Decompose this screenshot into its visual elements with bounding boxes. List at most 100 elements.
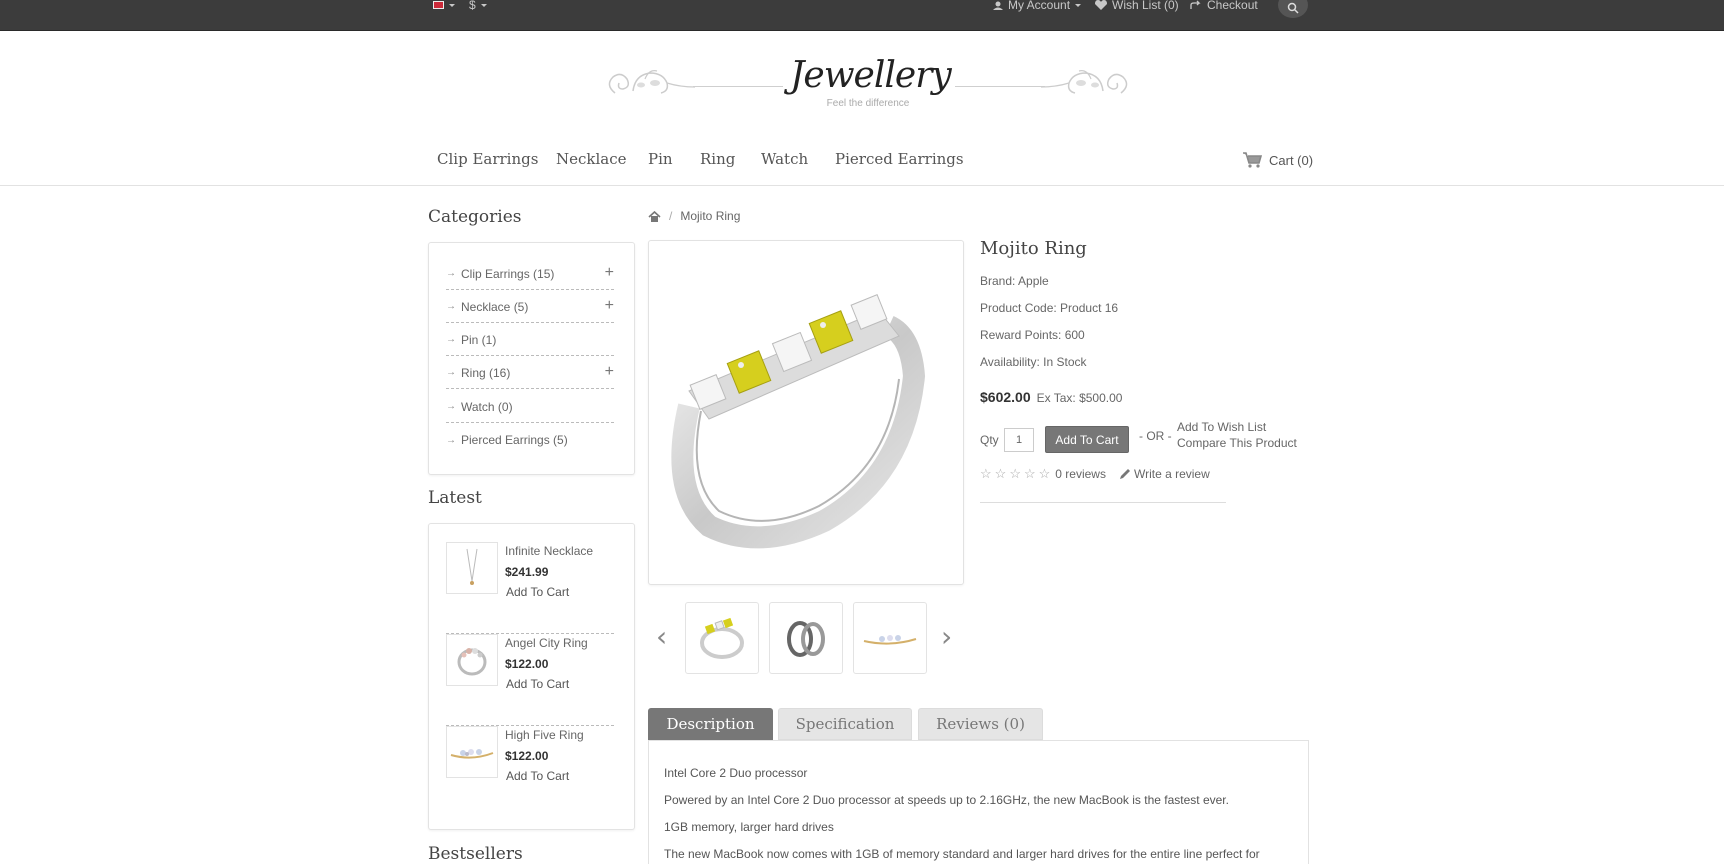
language-selector[interactable] — [433, 0, 455, 10]
wish-list-label: Wish List (0) — [1112, 0, 1179, 12]
product-price: $241.99 — [505, 565, 549, 579]
add-to-cart-link[interactable]: Add To Cart — [506, 769, 569, 783]
reward-points: Reward Points: 600 — [980, 328, 1085, 342]
product-thumbnail[interactable] — [446, 726, 498, 778]
cart-link[interactable]: Cart (0) — [1243, 152, 1313, 168]
my-account-link[interactable]: My Account — [993, 0, 1082, 12]
left-ornament-icon — [608, 70, 695, 94]
plus-icon[interactable]: + — [605, 298, 614, 314]
divider — [980, 502, 1226, 503]
product-title: Mojito Ring — [980, 238, 1087, 259]
star-icon: ☆ — [994, 466, 1007, 481]
list-item: Infinite Necklace $241.99 Add To Cart — [446, 542, 614, 634]
plus-icon[interactable]: + — [605, 265, 614, 281]
product-price: $122.00 — [505, 657, 549, 671]
breadcrumb: / Mojito Ring — [648, 209, 740, 223]
categories-title: Categories — [428, 207, 522, 227]
ring-image — [863, 635, 917, 645]
ring-image — [671, 294, 926, 549]
quantity-input[interactable] — [1004, 428, 1034, 452]
nav-item-clip-earrings[interactable]: Clip Earrings — [437, 150, 538, 168]
nav-item-pin[interactable]: Pin — [648, 150, 673, 168]
product-brand: Brand: Apple — [980, 274, 1049, 288]
user-icon — [993, 1, 1003, 10]
category-item-ring[interactable]: → Ring (16) + — [446, 357, 614, 389]
nav-item-watch[interactable]: Watch — [761, 150, 808, 168]
arrow-right-icon: → — [446, 401, 456, 412]
nav-item-necklace[interactable]: Necklace — [556, 150, 627, 168]
wish-list-link[interactable]: Wish List (0) — [1095, 0, 1179, 12]
write-review-link[interactable]: Write a review — [1134, 467, 1210, 481]
star-icon: ☆ — [980, 466, 992, 481]
pencil-icon — [1119, 469, 1130, 479]
add-to-wish-list-link[interactable]: Add To Wish List — [1177, 420, 1266, 434]
tab-specification[interactable]: Specification — [778, 708, 912, 740]
ring-image — [700, 617, 744, 659]
home-icon[interactable] — [648, 210, 661, 222]
right-divider — [955, 86, 1045, 87]
bestsellers-title: Bestsellers — [428, 844, 523, 864]
add-to-cart-link[interactable]: Add To Cart — [506, 677, 569, 691]
category-item-necklace[interactable]: → Necklace (5) + — [446, 291, 614, 323]
product-name-link[interactable]: Angel City Ring — [505, 636, 588, 650]
thumbnail-carousel: ‹ › — [648, 600, 964, 675]
chevron-down-icon — [480, 3, 487, 7]
product-name-link[interactable]: High Five Ring — [505, 728, 584, 742]
chevron-left-icon[interactable]: ‹ — [656, 620, 667, 653]
search-button[interactable] — [1278, 0, 1308, 18]
category-label: Clip Earrings (15) — [461, 266, 555, 281]
star-icon: ☆ — [1009, 466, 1021, 481]
category-item-watch[interactable]: → Watch (0) — [446, 391, 614, 423]
thumbnail-3[interactable] — [853, 602, 927, 674]
latest-box: Infinite Necklace $241.99 Add To Cart An… — [428, 523, 635, 830]
category-item-pierced-earrings[interactable]: → Pierced Earrings (5) — [446, 424, 614, 456]
plus-icon[interactable]: + — [605, 364, 614, 380]
reviews-count-link[interactable]: 0 reviews — [1055, 467, 1106, 481]
add-to-cart-link[interactable]: Add To Cart — [506, 585, 569, 599]
currency-selector[interactable]: $ — [469, 0, 487, 11]
ring-image — [450, 749, 494, 759]
add-to-cart-button[interactable]: Add To Cart — [1045, 426, 1129, 453]
compare-product-link[interactable]: Compare This Product — [1177, 436, 1297, 450]
breadcrumb-current[interactable]: Mojito Ring — [680, 209, 740, 223]
logo-title: Jewellery — [790, 55, 952, 96]
thumbnail-2[interactable] — [769, 602, 843, 674]
tab-reviews[interactable]: Reviews (0) — [918, 708, 1043, 740]
product-price: $602.00 — [980, 389, 1031, 405]
my-account-label: My Account — [1008, 0, 1071, 12]
category-item-clip-earrings[interactable]: → Clip Earrings (15) + — [446, 258, 614, 290]
ring-image — [787, 621, 825, 657]
ex-tax-price: Ex Tax: $500.00 — [1036, 391, 1123, 405]
logo[interactable]: Jewellery Feel the difference — [605, 55, 1131, 115]
purchase-row: Qty Add To Cart - OR - Add To Wish List … — [980, 420, 1310, 465]
tab-description[interactable]: Description — [648, 708, 773, 740]
product-thumbnail[interactable] — [446, 542, 498, 594]
latest-title: Latest — [428, 488, 482, 508]
description-panel: Intel Core 2 Duo processor Powered by an… — [648, 740, 1309, 864]
list-item: Angel City Ring $122.00 Add To Cart — [446, 634, 614, 726]
chevron-right-icon[interactable]: › — [941, 620, 952, 653]
checkout-link[interactable]: Checkout — [1190, 0, 1258, 12]
qty-label: Qty — [980, 433, 999, 447]
availability: Availability: In Stock — [980, 355, 1087, 369]
arrow-right-icon: → — [446, 334, 456, 345]
checkout-label: Checkout — [1207, 0, 1258, 12]
nav-item-ring[interactable]: Ring — [700, 150, 735, 168]
cart-icon — [1243, 152, 1263, 168]
or-separator: - OR - — [1139, 429, 1172, 443]
nav-item-pierced-earrings[interactable]: Pierced Earrings — [835, 150, 964, 168]
arrow-right-icon: → — [446, 268, 456, 279]
product-thumbnail[interactable] — [446, 634, 498, 686]
description-line: 1GB memory, larger hard drives — [664, 820, 834, 834]
necklace-image — [466, 548, 478, 585]
category-item-pin[interactable]: → Pin (1) — [446, 324, 614, 356]
category-label: Watch (0) — [461, 399, 513, 414]
search-icon — [1287, 2, 1299, 14]
product-main-image[interactable] — [648, 240, 964, 585]
list-item: High Five Ring $122.00 Add To Cart — [446, 726, 614, 818]
heart-icon — [1095, 0, 1107, 10]
category-label: Pin (1) — [461, 332, 497, 347]
thumbnail-1[interactable] — [685, 602, 759, 674]
arrow-right-icon: → — [446, 434, 456, 446]
product-name-link[interactable]: Infinite Necklace — [505, 544, 593, 558]
